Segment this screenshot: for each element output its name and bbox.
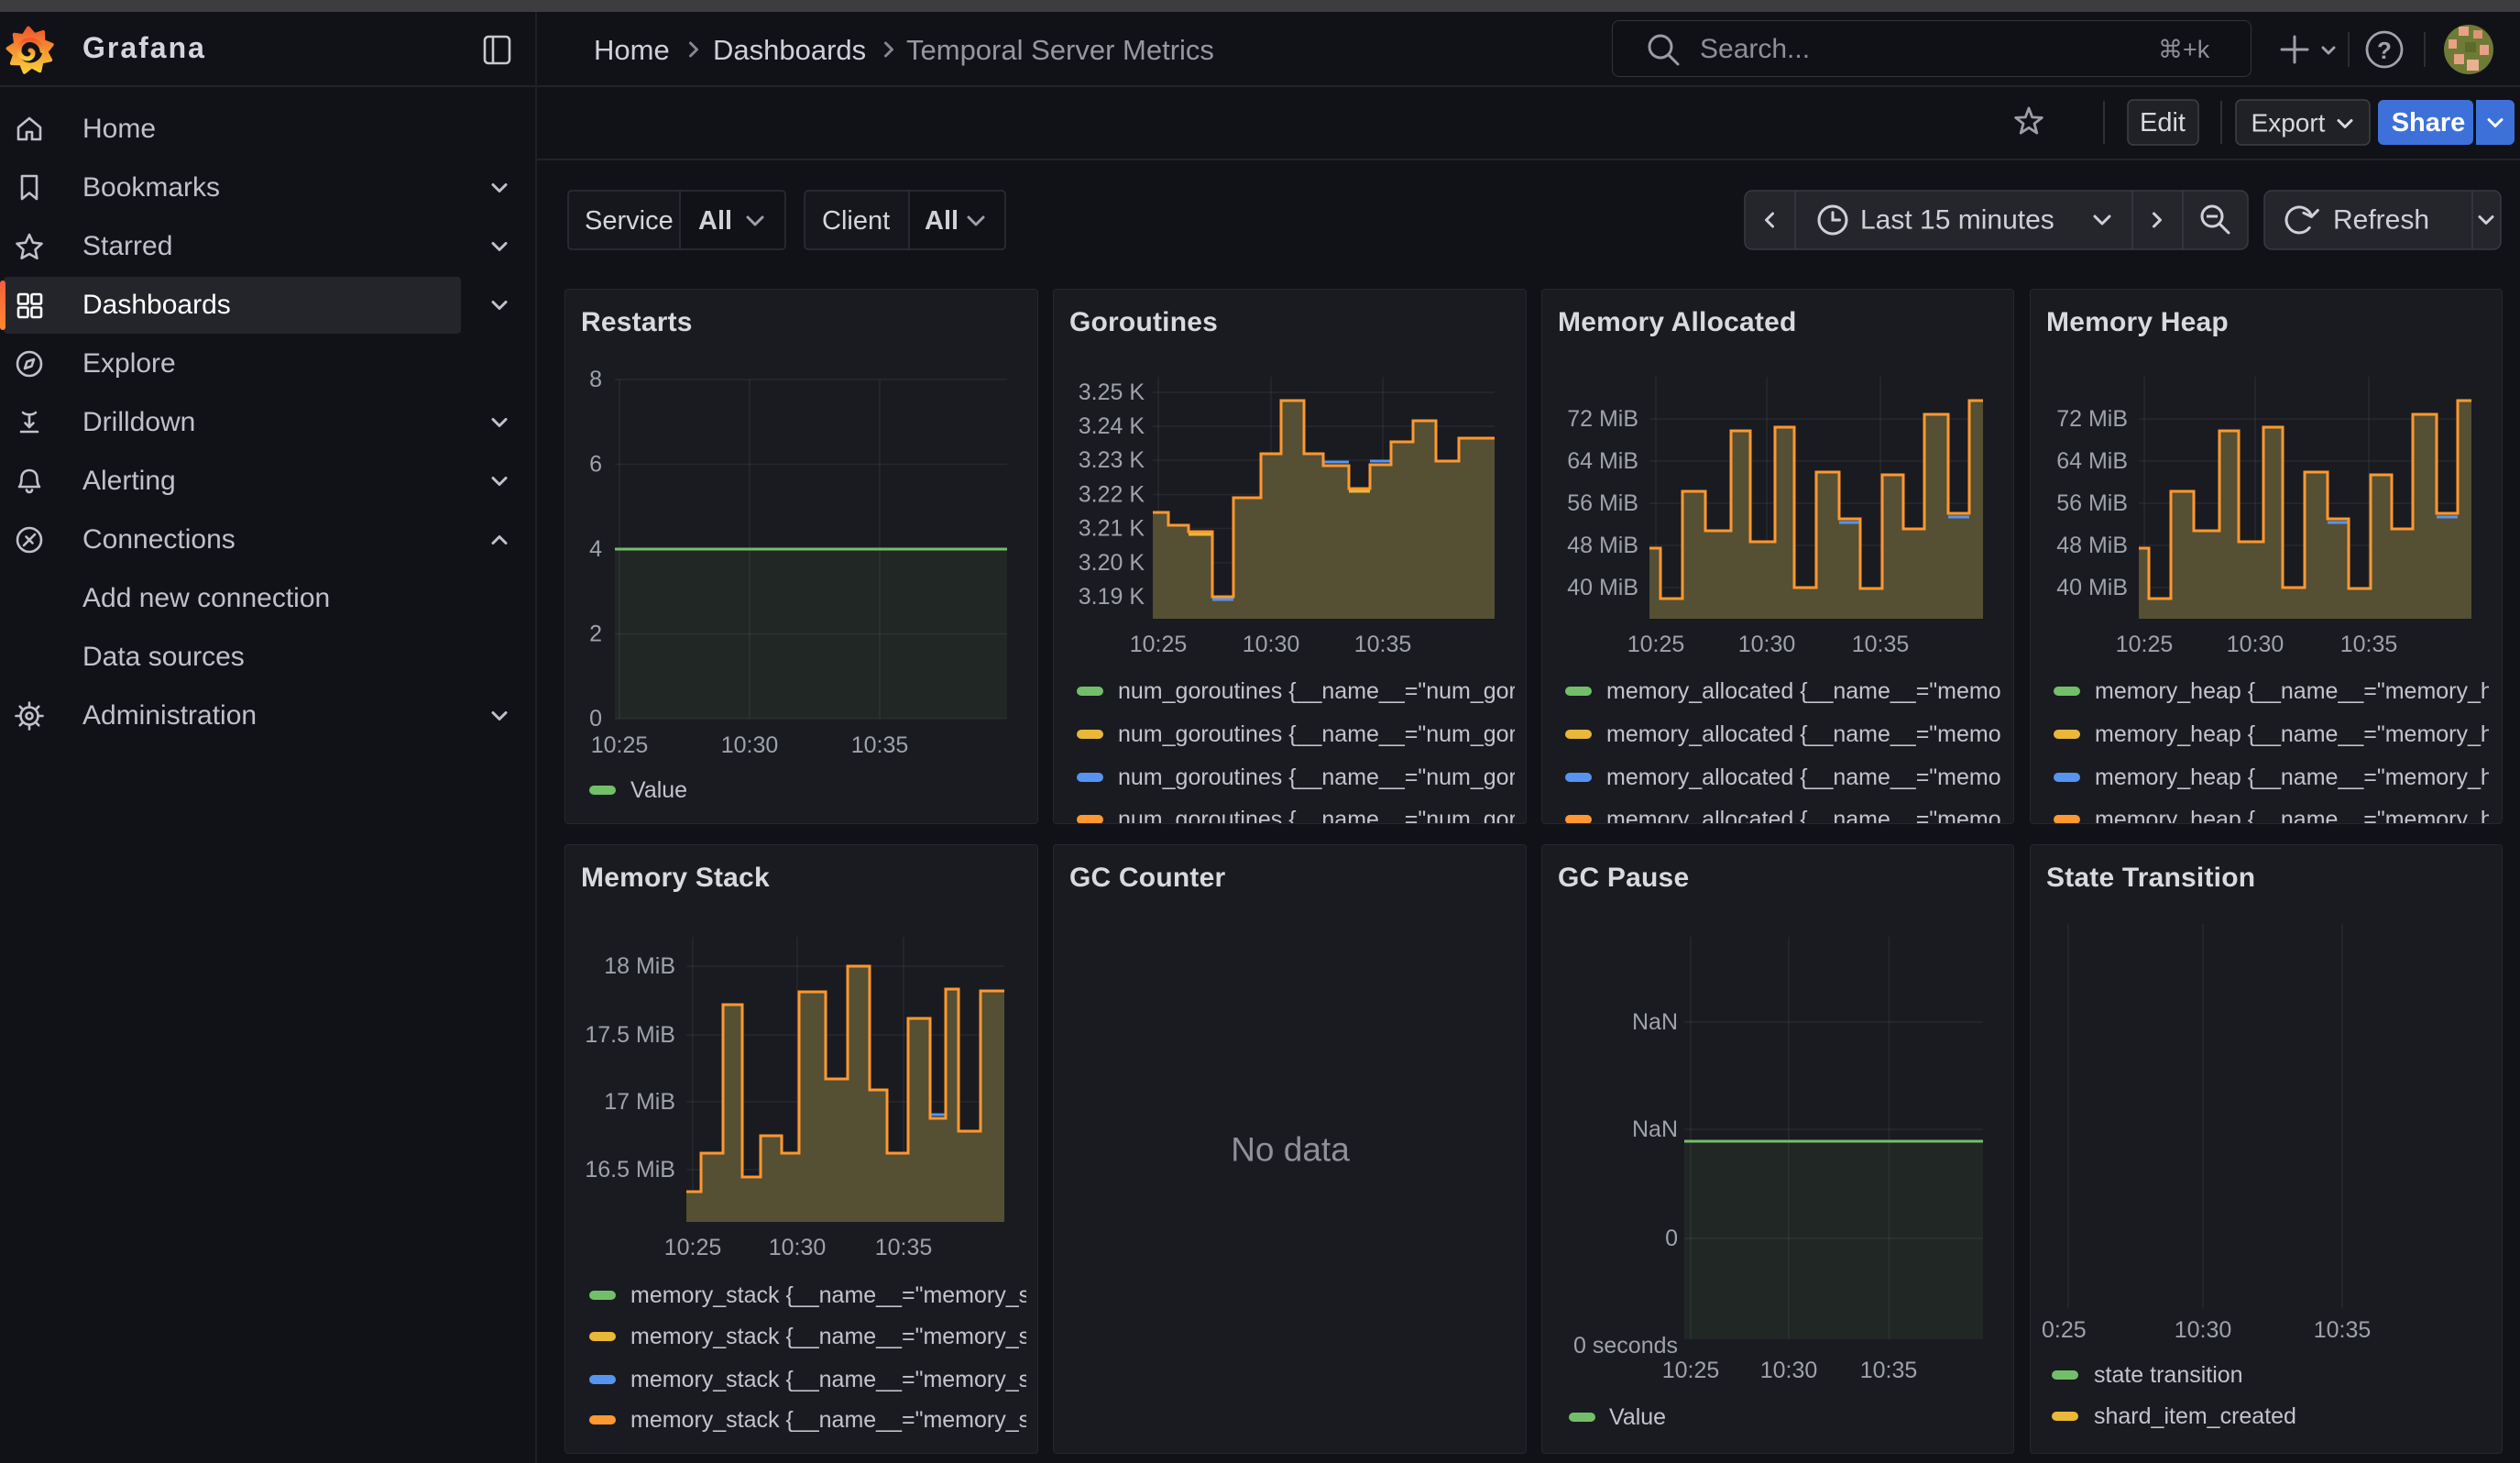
- svg-text:10:35: 10:35: [2314, 1317, 2372, 1343]
- svg-text:memory_stack {__name__="memory: memory_stack {__name__="memory_stack", i…: [630, 1282, 1038, 1308]
- svg-text:10:30: 10:30: [2175, 1317, 2232, 1343]
- svg-text:No data: No data: [1231, 1131, 1350, 1169]
- svg-text:72 MiB: 72 MiB: [2056, 406, 2128, 432]
- svg-text:10:30: 10:30: [769, 1235, 827, 1260]
- svg-text:10:25: 10:25: [1662, 1358, 1720, 1383]
- svg-text:3.19 K: 3.19 K: [1079, 584, 1145, 610]
- svg-text:10:30: 10:30: [721, 732, 779, 758]
- svg-text:10:25: 10:25: [664, 1235, 722, 1260]
- svg-text:num_goroutines {__name__="num_: num_goroutines {__name__="num_goroutines…: [1118, 764, 1527, 790]
- svg-text:memory_stack {__name__="memory: memory_stack {__name__="memory_stack", i…: [630, 1407, 1038, 1433]
- svg-text:10:30: 10:30: [1738, 632, 1796, 657]
- svg-text:NaN: NaN: [1632, 1116, 1678, 1142]
- svg-text:NaN: NaN: [1632, 1009, 1678, 1035]
- svg-text:num_goroutines {__name__="num_: num_goroutines {__name__="num_goroutines…: [1118, 807, 1527, 824]
- svg-text:10:25: 10:25: [1627, 632, 1685, 657]
- svg-text:10:25: 10:25: [591, 732, 649, 758]
- svg-text:memory_allocated {__name__="me: memory_allocated {__name__="memory_allo: [1606, 807, 2014, 824]
- svg-text:2: 2: [589, 622, 602, 647]
- svg-text:40 MiB: 40 MiB: [2056, 575, 2128, 600]
- svg-text:10:30: 10:30: [1243, 632, 1300, 657]
- svg-text:17.5 MiB: 17.5 MiB: [585, 1022, 675, 1048]
- svg-text:0 seconds: 0 seconds: [1573, 1333, 1678, 1358]
- svg-text:memory_stack {__name__="memory: memory_stack {__name__="memory_stack", i…: [630, 1367, 1038, 1392]
- svg-text:18 MiB: 18 MiB: [604, 953, 675, 979]
- svg-text:0: 0: [1665, 1226, 1678, 1251]
- svg-text:56 MiB: 56 MiB: [2056, 490, 2128, 516]
- svg-text:Refresh: Refresh: [2333, 205, 2429, 236]
- svg-text:3.25 K: 3.25 K: [1079, 380, 1145, 405]
- svg-text:40 MiB: 40 MiB: [1567, 575, 1638, 600]
- svg-text:10:35: 10:35: [2340, 632, 2398, 657]
- svg-text:Last 15 minutes: Last 15 minutes: [1860, 205, 2054, 236]
- svg-text:48 MiB: 48 MiB: [2056, 533, 2128, 558]
- svg-text:4: 4: [589, 536, 602, 562]
- svg-text:Export: Export: [2252, 109, 2326, 138]
- svg-text:Edit: Edit: [2140, 108, 2186, 138]
- svg-text:3.20 K: 3.20 K: [1079, 550, 1145, 576]
- svg-text:10:35: 10:35: [851, 732, 909, 758]
- svg-text:3.21 K: 3.21 K: [1079, 516, 1145, 542]
- svg-text:3.24 K: 3.24 K: [1079, 413, 1145, 439]
- svg-text:3.23 K: 3.23 K: [1079, 447, 1145, 473]
- svg-text:shard_item_created: shard_item_created: [2094, 1403, 2296, 1429]
- svg-text:Client: Client: [822, 206, 890, 236]
- svg-text:memory_allocated {__name__="me: memory_allocated {__name__="memory_allo: [1606, 764, 2014, 790]
- svg-text:56 MiB: 56 MiB: [1567, 490, 1638, 516]
- svg-text:state transition: state transition: [2094, 1362, 2243, 1388]
- svg-text:8: 8: [589, 367, 602, 392]
- svg-text:0:25: 0:25: [2042, 1317, 2087, 1343]
- svg-text:10:35: 10:35: [1354, 632, 1412, 657]
- svg-text:memory_heap {__name__="memory_: memory_heap {__name__="memory_heap",: [2095, 764, 2503, 790]
- svg-text:10:30: 10:30: [1760, 1358, 1818, 1383]
- svg-text:Service: Service: [585, 206, 674, 236]
- svg-text:num_goroutines {__name__="num_: num_goroutines {__name__="num_goroutines…: [1118, 678, 1527, 704]
- svg-text:10:35: 10:35: [1852, 632, 1910, 657]
- svg-text:6: 6: [589, 452, 602, 478]
- svg-text:16.5 MiB: 16.5 MiB: [585, 1157, 675, 1182]
- svg-text:64 MiB: 64 MiB: [2056, 448, 2128, 474]
- svg-text:?: ?: [2377, 37, 2392, 64]
- svg-text:Value: Value: [1609, 1404, 1666, 1430]
- svg-text:3.22 K: 3.22 K: [1079, 482, 1145, 508]
- svg-text:memory_heap {__name__="memory_: memory_heap {__name__="memory_heap",: [2095, 721, 2503, 747]
- svg-text:Share: Share: [2392, 108, 2466, 138]
- svg-text:48 MiB: 48 MiB: [1567, 533, 1638, 558]
- svg-text:72 MiB: 72 MiB: [1567, 406, 1638, 432]
- svg-text:memory_heap {__name__="memory_: memory_heap {__name__="memory_heap",: [2095, 678, 2503, 704]
- svg-text:10:35: 10:35: [875, 1235, 933, 1260]
- svg-text:memory_heap {__name__="memory_: memory_heap {__name__="memory_heap",: [2095, 807, 2503, 824]
- svg-text:10:25: 10:25: [1130, 632, 1188, 657]
- svg-text:10:30: 10:30: [2227, 632, 2284, 657]
- svg-text:17 MiB: 17 MiB: [604, 1089, 675, 1115]
- svg-text:10:35: 10:35: [1860, 1358, 1918, 1383]
- svg-text:memory_allocated {__name__="me: memory_allocated {__name__="memory_allo: [1606, 721, 2014, 747]
- svg-text:Value: Value: [630, 777, 687, 803]
- svg-text:memory_stack {__name__="memory: memory_stack {__name__="memory_stack", i…: [630, 1324, 1038, 1349]
- svg-text:All: All: [925, 206, 959, 236]
- svg-text:num_goroutines {__name__="num_: num_goroutines {__name__="num_goroutines…: [1118, 721, 1527, 747]
- svg-text:10:25: 10:25: [2116, 632, 2174, 657]
- svg-text:All: All: [698, 206, 732, 236]
- svg-text:0: 0: [589, 706, 602, 732]
- svg-text:64 MiB: 64 MiB: [1567, 448, 1638, 474]
- svg-text:memory_allocated {__name__="me: memory_allocated {__name__="memory_allo: [1606, 678, 2014, 704]
